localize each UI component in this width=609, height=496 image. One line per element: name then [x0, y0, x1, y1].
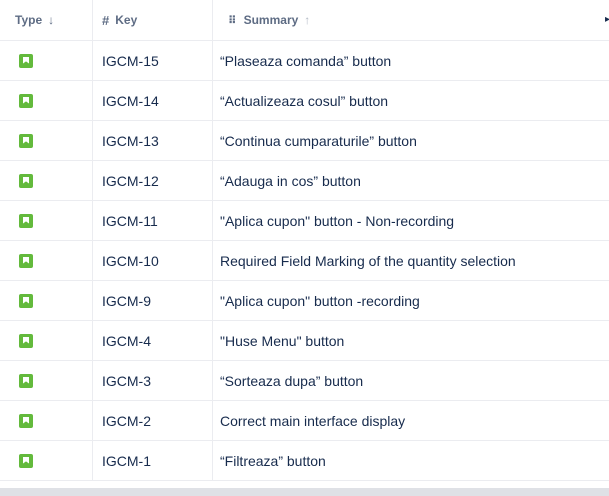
arrow-down-icon[interactable]: ↓	[48, 13, 54, 27]
issue-summary[interactable]: "Aplica cupon" button - Non-recording	[212, 201, 609, 240]
story-icon	[19, 373, 33, 388]
column-header-key[interactable]: # Key	[92, 0, 212, 40]
issue-summary[interactable]: “Filtreaza” button	[212, 441, 609, 480]
issue-summary[interactable]: “Continua cumparaturile” button	[212, 121, 609, 160]
issue-key[interactable]: IGCM-2	[92, 401, 212, 440]
story-icon	[19, 53, 33, 68]
issue-table: Type ↓ # Key ⠿ Summary ↑ IGCM-15 “Plaseaz…	[0, 0, 609, 481]
table-row[interactable]: IGCM-9 "Aplica cupon" button -recording	[0, 281, 609, 321]
issue-summary[interactable]: “Adauga in cos” button	[212, 161, 609, 200]
story-icon	[19, 413, 33, 428]
issue-key[interactable]: IGCM-9	[92, 281, 212, 320]
type-cell	[0, 441, 92, 480]
story-icon	[19, 333, 33, 348]
issue-key[interactable]: IGCM-10	[92, 241, 212, 280]
horizontal-scrollbar[interactable]	[0, 488, 609, 496]
issue-key[interactable]: IGCM-3	[92, 361, 212, 400]
issue-summary[interactable]: "Huse Menu" button	[212, 321, 609, 360]
issue-summary[interactable]: Correct main interface display	[212, 401, 609, 440]
story-icon	[19, 173, 33, 188]
issue-summary[interactable]: “Sorteaza dupa” button	[212, 361, 609, 400]
type-cell	[0, 121, 92, 160]
issue-key[interactable]: IGCM-15	[92, 41, 212, 80]
issue-summary[interactable]: “Actualizeaza cosul” button	[212, 81, 609, 120]
type-cell	[0, 241, 92, 280]
type-cell	[0, 401, 92, 440]
table-row[interactable]: IGCM-12 “Adauga in cos” button	[0, 161, 609, 201]
table-row[interactable]: IGCM-11 "Aplica cupon" button - Non-recor…	[0, 201, 609, 241]
issue-key[interactable]: IGCM-14	[92, 81, 212, 120]
table-body: IGCM-15 “Plaseaza comanda” button IGCM-14 “…	[0, 41, 609, 481]
hash-icon: #	[102, 12, 110, 28]
issue-summary[interactable]: "Aplica cupon" button -recording	[212, 281, 609, 320]
issue-key[interactable]: IGCM-11	[92, 201, 212, 240]
story-icon	[19, 453, 33, 468]
table-row[interactable]: IGCM-4 "Huse Menu" button	[0, 321, 609, 361]
type-cell	[0, 281, 92, 320]
table-row[interactable]: IGCM-10 Required Field Marking of the qua…	[0, 241, 609, 281]
story-icon	[19, 213, 33, 228]
story-icon	[19, 253, 33, 268]
column-header-type-label: Type	[15, 13, 43, 27]
issue-summary[interactable]: “Plaseaza comanda” button	[212, 41, 609, 80]
story-icon	[19, 293, 33, 308]
type-cell	[0, 161, 92, 200]
table-header: Type ↓ # Key ⠿ Summary ↑	[0, 0, 609, 41]
column-header-summary-label: Summary	[243, 13, 299, 27]
issue-key[interactable]: IGCM-4	[92, 321, 212, 360]
type-cell	[0, 41, 92, 80]
issue-key[interactable]: IGCM-13	[92, 121, 212, 160]
column-header-summary[interactable]: ⠿ Summary ↑	[212, 0, 609, 40]
story-icon	[19, 93, 33, 108]
type-cell	[0, 201, 92, 240]
table-row[interactable]: IGCM-3 “Sorteaza dupa” button	[0, 361, 609, 401]
table-row[interactable]: IGCM-2 Correct main interface display	[0, 401, 609, 441]
drag-grip-icon[interactable]: ⠿	[228, 14, 237, 27]
table-row[interactable]: IGCM-13 “Continua cumparaturile” button	[0, 121, 609, 161]
arrow-up-icon[interactable]: ↑	[304, 13, 310, 27]
issue-key[interactable]: IGCM-12	[92, 161, 212, 200]
issue-summary[interactable]: Required Field Marking of the quantity s…	[212, 241, 609, 280]
type-cell	[0, 321, 92, 360]
issue-key[interactable]: IGCM-1	[92, 441, 212, 480]
story-icon	[19, 133, 33, 148]
type-cell	[0, 81, 92, 120]
column-header-key-label: Key	[115, 13, 138, 27]
column-edge-marker: ▸	[605, 14, 609, 25]
column-header-type[interactable]: Type ↓	[0, 0, 92, 40]
type-cell	[0, 361, 92, 400]
table-row[interactable]: IGCM-14 “Actualizeaza cosul” button	[0, 81, 609, 121]
table-row[interactable]: IGCM-1 “Filtreaza” button	[0, 441, 609, 481]
table-row[interactable]: IGCM-15 “Plaseaza comanda” button	[0, 41, 609, 81]
